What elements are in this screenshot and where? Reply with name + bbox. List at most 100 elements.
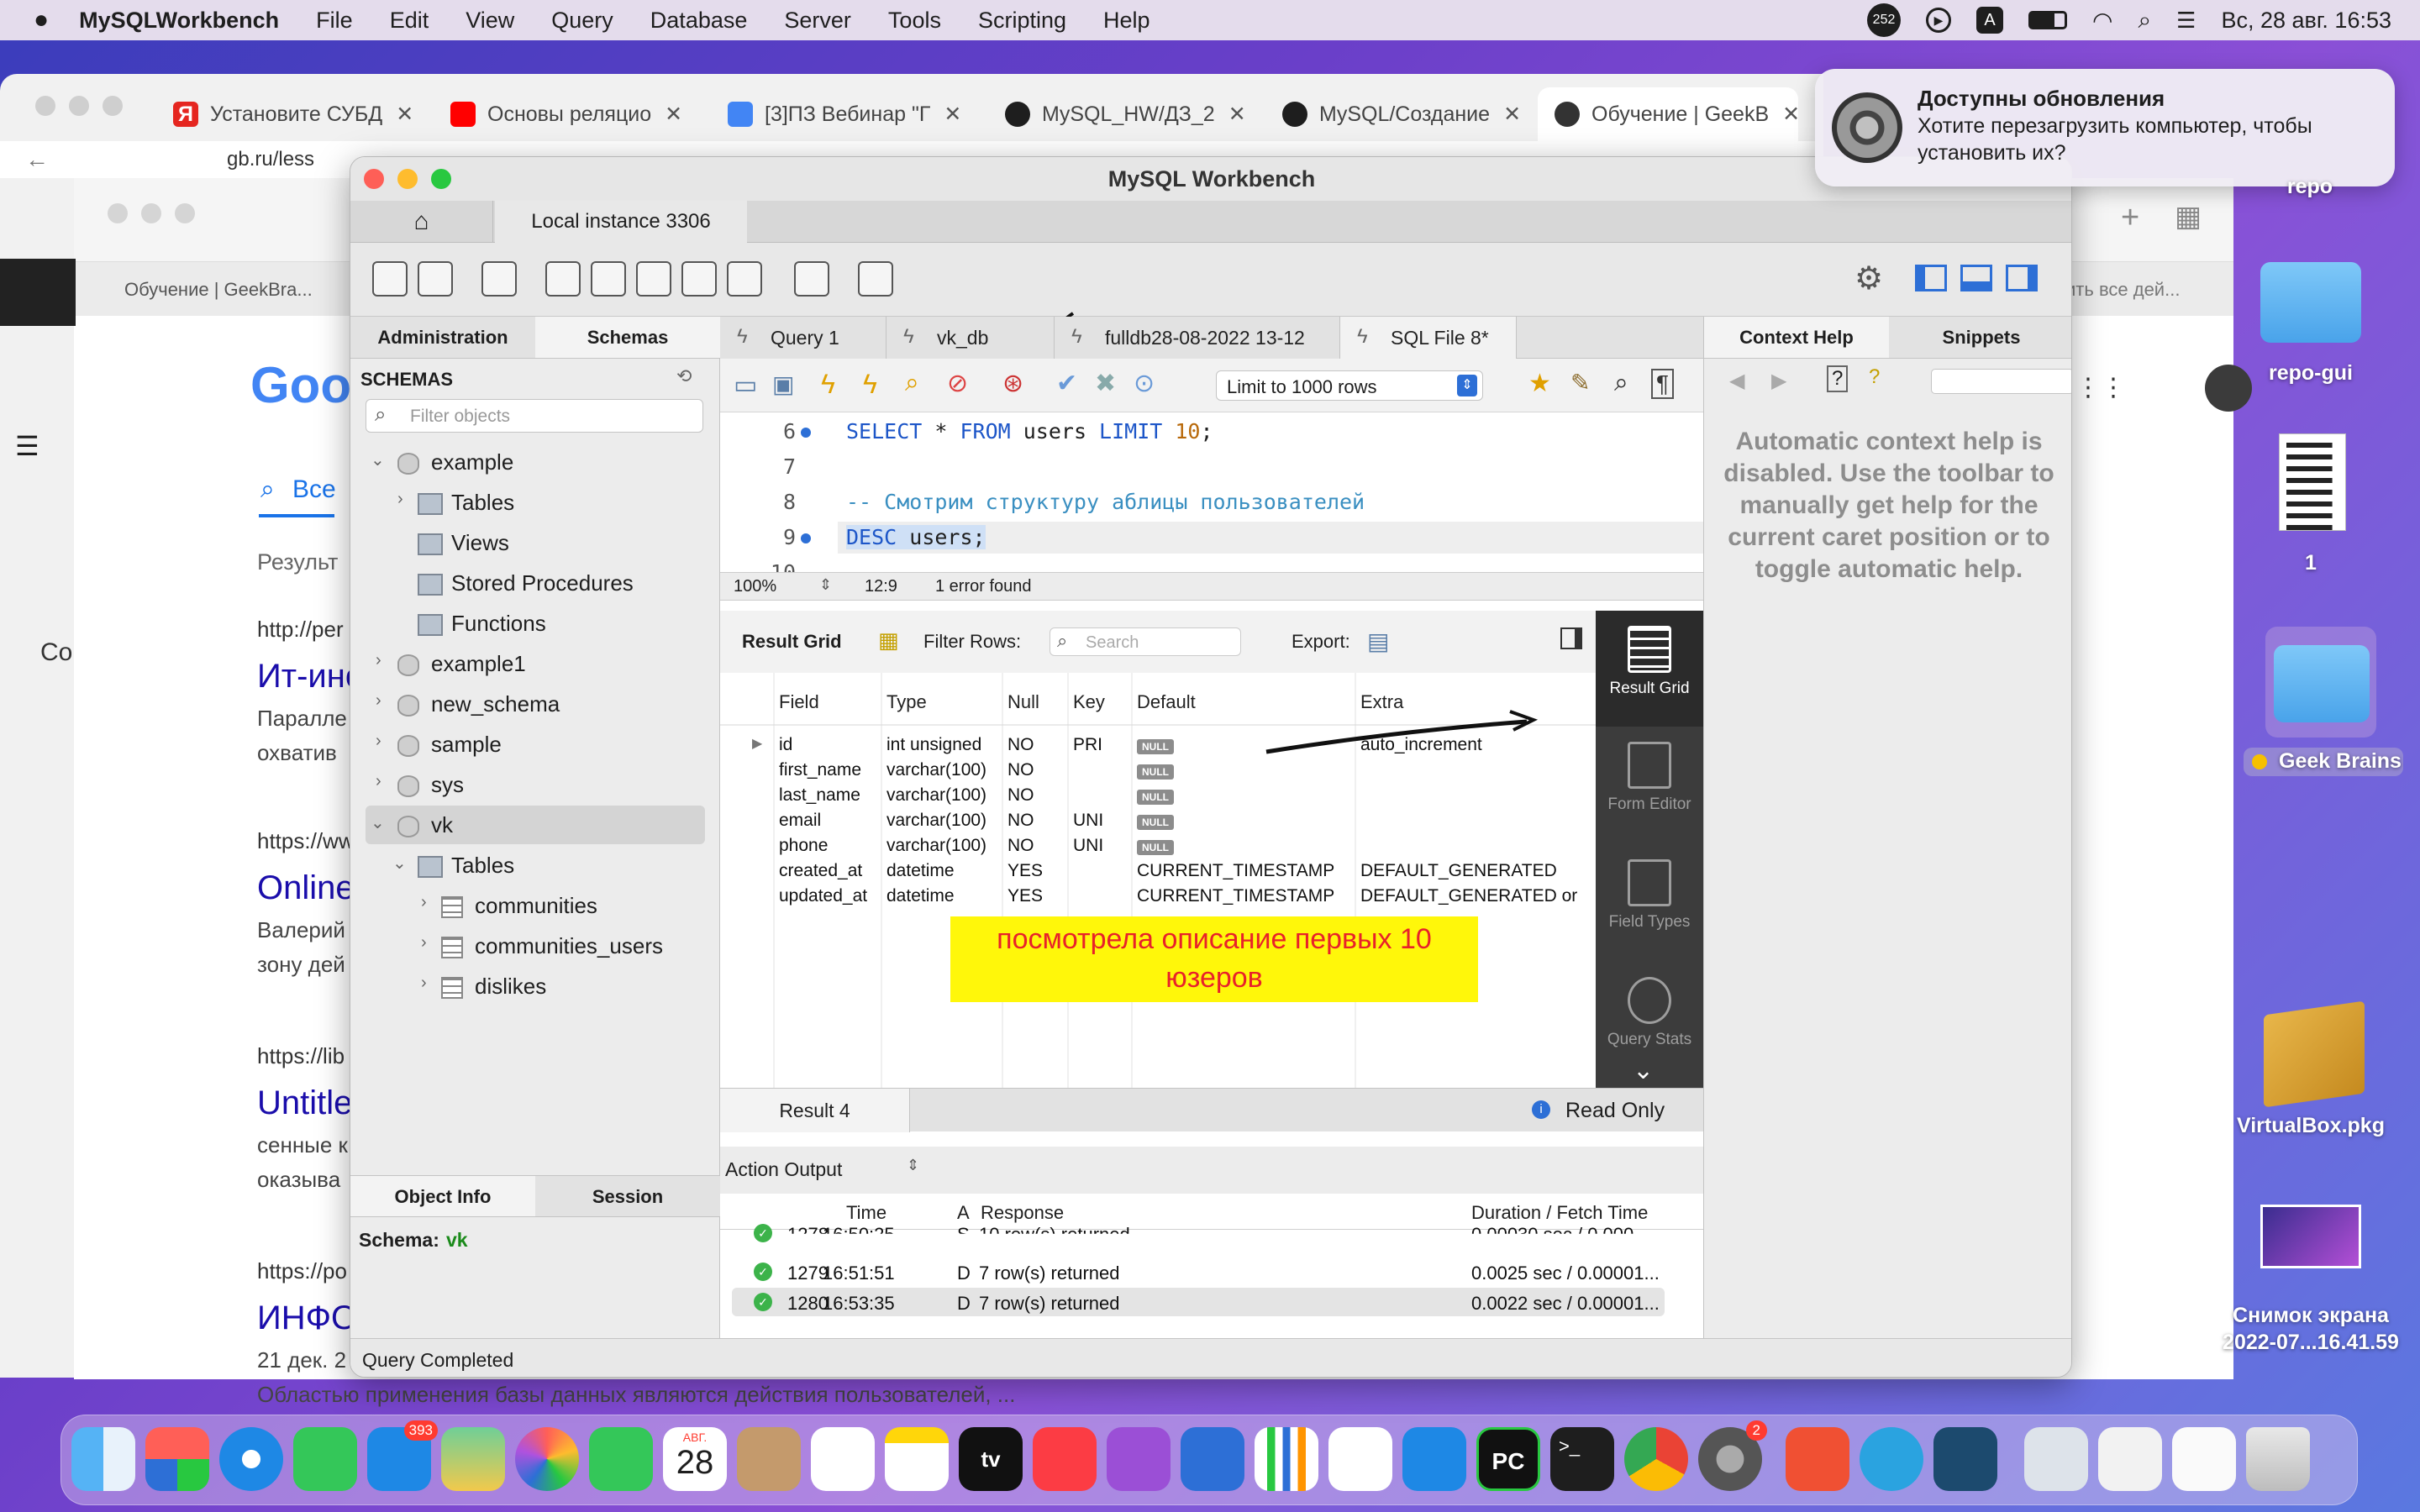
pycharm-icon[interactable]: PC: [1476, 1427, 1540, 1491]
control-center-icon[interactable]: ☰: [2176, 8, 2196, 34]
document-icon[interactable]: [2279, 433, 2346, 531]
field-types-icon[interactable]: [1628, 859, 1671, 906]
tree-views[interactable]: Views: [451, 530, 509, 556]
tab-session[interactable]: Session: [535, 1175, 720, 1217]
package-icon[interactable]: [2264, 1000, 2365, 1108]
toggle-sidebar-icon[interactable]: [1915, 265, 1947, 291]
schema-item-vk[interactable]: vk: [431, 812, 453, 838]
filter-objects-input[interactable]: ⌕ Filter objects: [366, 399, 703, 433]
music-icon[interactable]: [1033, 1427, 1097, 1491]
pages-icon[interactable]: [1328, 1427, 1392, 1491]
menu-help[interactable]: Help: [1103, 8, 1150, 34]
bg-tab-label[interactable]: Обучение | GeekBra...: [124, 279, 313, 301]
menu-edit[interactable]: Edit: [390, 8, 429, 34]
add-snippet-icon[interactable]: ★: [1528, 369, 1551, 398]
filter-rows-input[interactable]: ⌕ Search: [1050, 627, 1241, 656]
invisible-chars-icon[interactable]: ¶: [1651, 369, 1675, 399]
beautify-icon[interactable]: ✎: [1570, 369, 1590, 396]
instance-tab[interactable]: Local instance 3306: [495, 201, 747, 243]
toggle-errors-icon[interactable]: ⊛: [1002, 369, 1023, 398]
url-text[interactable]: gb.ru/less: [227, 148, 314, 171]
desktop-label[interactable]: Снимок экрана: [2218, 1304, 2403, 1328]
tree-stored-procedures[interactable]: Stored Procedures: [451, 570, 634, 596]
result-tab[interactable]: Result 4: [720, 1089, 910, 1132]
reconnect-icon[interactable]: [858, 261, 893, 297]
chrome-icon[interactable]: [1624, 1427, 1688, 1491]
save-icon[interactable]: ▣: [772, 370, 794, 398]
status-badge-icon[interactable]: 252: [1867, 3, 1902, 37]
terminal-icon[interactable]: >_: [1550, 1427, 1614, 1491]
trash-icon[interactable]: [2246, 1427, 2310, 1491]
limit-rows-select[interactable]: Limit to 1000 rows ⇕: [1216, 370, 1483, 401]
mysql-workbench-icon[interactable]: [1933, 1427, 1997, 1491]
menu-view[interactable]: View: [466, 8, 514, 34]
autocommit-icon[interactable]: ⊙: [1134, 369, 1155, 398]
menu-tools[interactable]: Tools: [888, 8, 941, 34]
chevron-right-icon[interactable]: ›: [376, 732, 381, 751]
close-icon[interactable]: ✕: [1228, 102, 1246, 127]
open-sql-file-icon[interactable]: [418, 261, 453, 297]
auto-help-icon[interactable]: ?: [1869, 365, 1880, 389]
desktop-label[interactable]: Geek Brains: [2269, 749, 2412, 774]
close-icon[interactable]: ✕: [944, 102, 961, 127]
browser-tab[interactable]: Я Установите СУБД ✕: [173, 87, 417, 141]
chevron-down-icon[interactable]: ⌄: [371, 449, 385, 470]
chevron-updown-icon[interactable]: ⇕: [907, 1157, 919, 1174]
system-settings-icon[interactable]: 2: [1698, 1420, 1767, 1491]
refresh-icon[interactable]: ⟲: [676, 365, 692, 387]
tree-functions[interactable]: Functions: [451, 611, 546, 637]
tab-schemas[interactable]: Schemas: [535, 317, 720, 359]
downloads-stack-icon[interactable]: [2172, 1427, 2236, 1491]
photos-icon[interactable]: [515, 1427, 579, 1491]
messages-icon[interactable]: [293, 1427, 357, 1491]
tab-administration[interactable]: Administration: [350, 317, 535, 359]
back-icon[interactable]: ◀: [1729, 369, 1744, 393]
battery-icon[interactable]: [2028, 11, 2068, 29]
close-button[interactable]: [364, 169, 384, 189]
apple-icon[interactable]: ●: [34, 6, 49, 34]
grid-icon[interactable]: ▦: [878, 627, 899, 654]
rollback-icon[interactable]: ✖: [1095, 369, 1116, 398]
browser-tab-active[interactable]: Обучение | GeekB ✕: [1538, 87, 1798, 141]
chevron-down-icon[interactable]: ⌄: [392, 853, 407, 874]
table-item[interactable]: communities_users: [475, 933, 663, 959]
zoom-button[interactable]: [431, 169, 451, 189]
chevron-right-icon[interactable]: ›: [421, 893, 427, 912]
new-tab-icon[interactable]: +: [2121, 200, 2139, 236]
output-type-select[interactable]: Action Output: [725, 1158, 842, 1181]
mail-icon[interactable]: 393: [367, 1420, 438, 1491]
keynote-icon[interactable]: [1181, 1427, 1244, 1491]
apple-tv-icon[interactable]: tv: [959, 1427, 1023, 1491]
update-notification[interactable]: Доступны обновления Хотите перезагрузить…: [1815, 69, 2395, 186]
maps-icon[interactable]: [441, 1427, 505, 1491]
tab-context-help[interactable]: Context Help: [1704, 317, 1889, 359]
inspector-icon[interactable]: [481, 261, 517, 297]
tab-overview-icon[interactable]: ▦: [2175, 200, 2202, 234]
browser-tab[interactable]: [3]ПЗ Вебинар "Г ✕: [728, 87, 971, 141]
create-schema-icon[interactable]: [545, 261, 581, 297]
clock[interactable]: Вс, 28 авг. 16:53: [2221, 8, 2391, 34]
folder-icon[interactable]: [2274, 645, 2370, 722]
git-client-icon[interactable]: [1786, 1427, 1849, 1491]
chevron-right-icon[interactable]: ›: [397, 490, 403, 509]
inner-zoom-button[interactable]: [175, 203, 195, 223]
google-logo[interactable]: Goo: [250, 356, 351, 414]
manual-help-icon[interactable]: ?: [1827, 365, 1849, 392]
chevron-right-icon[interactable]: ›: [421, 933, 427, 953]
menu-server[interactable]: Server: [784, 8, 851, 34]
close-icon[interactable]: ✕: [396, 102, 413, 127]
close-icon[interactable]: ✕: [665, 102, 682, 127]
create-view-icon[interactable]: [636, 261, 671, 297]
tree-tables[interactable]: Tables: [451, 853, 514, 879]
tab-snippets[interactable]: Snippets: [1889, 317, 2071, 359]
create-table-icon[interactable]: [591, 261, 626, 297]
query-tab[interactable]: fulldb28-08-2022 13-12: [1055, 317, 1340, 359]
create-function-icon[interactable]: [727, 261, 762, 297]
inner-close-button[interactable]: [108, 203, 128, 223]
chevron-right-icon[interactable]: ›: [376, 691, 381, 711]
wifi-icon[interactable]: ◠: [2092, 7, 2112, 34]
schema-item[interactable]: example1: [431, 651, 526, 677]
numbers-icon[interactable]: [1255, 1427, 1318, 1491]
create-procedure-icon[interactable]: [681, 261, 717, 297]
open-folder-icon[interactable]: ▭: [734, 370, 757, 400]
